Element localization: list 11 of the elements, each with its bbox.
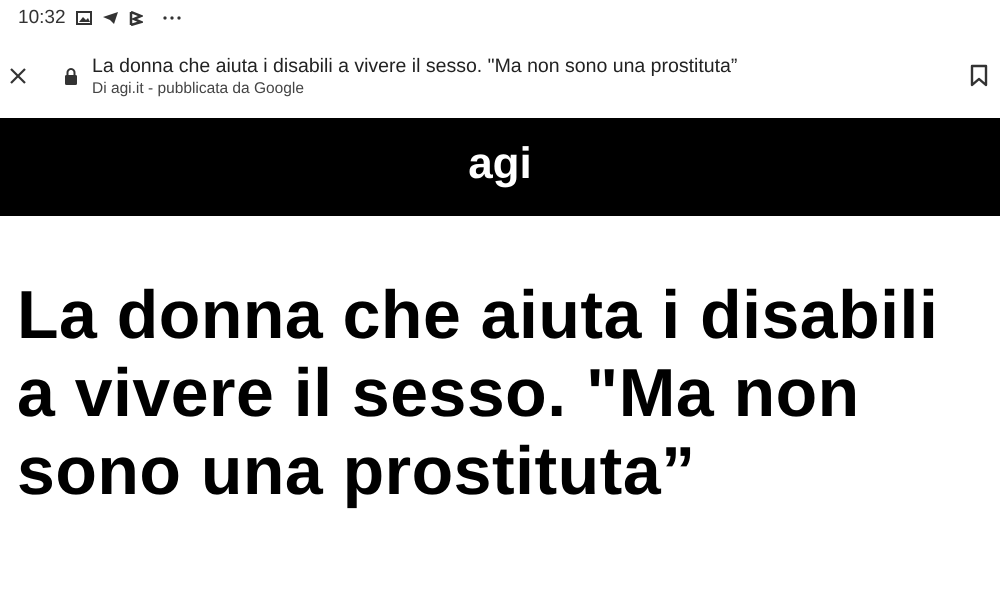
lock-icon	[64, 66, 78, 84]
close-button[interactable]	[8, 66, 28, 86]
bookmark-button[interactable]	[968, 62, 990, 88]
image-icon	[76, 11, 92, 25]
status-time: 10:32	[18, 6, 66, 30]
page-source: Di agi.it - pubblicata da Google	[92, 78, 305, 98]
more-icon	[162, 16, 181, 20]
send-icon	[102, 11, 119, 25]
article-headline: La donna che aiuta i disabili a vivere il sesso. "Ma non sono una prostituta”	[16, 276, 940, 510]
site-logo[interactable]: agi	[468, 131, 532, 203]
page-title: La donna che aiuta i disabili a vivere il sesso. "Ma non sono una prostituta”	[92, 54, 738, 78]
